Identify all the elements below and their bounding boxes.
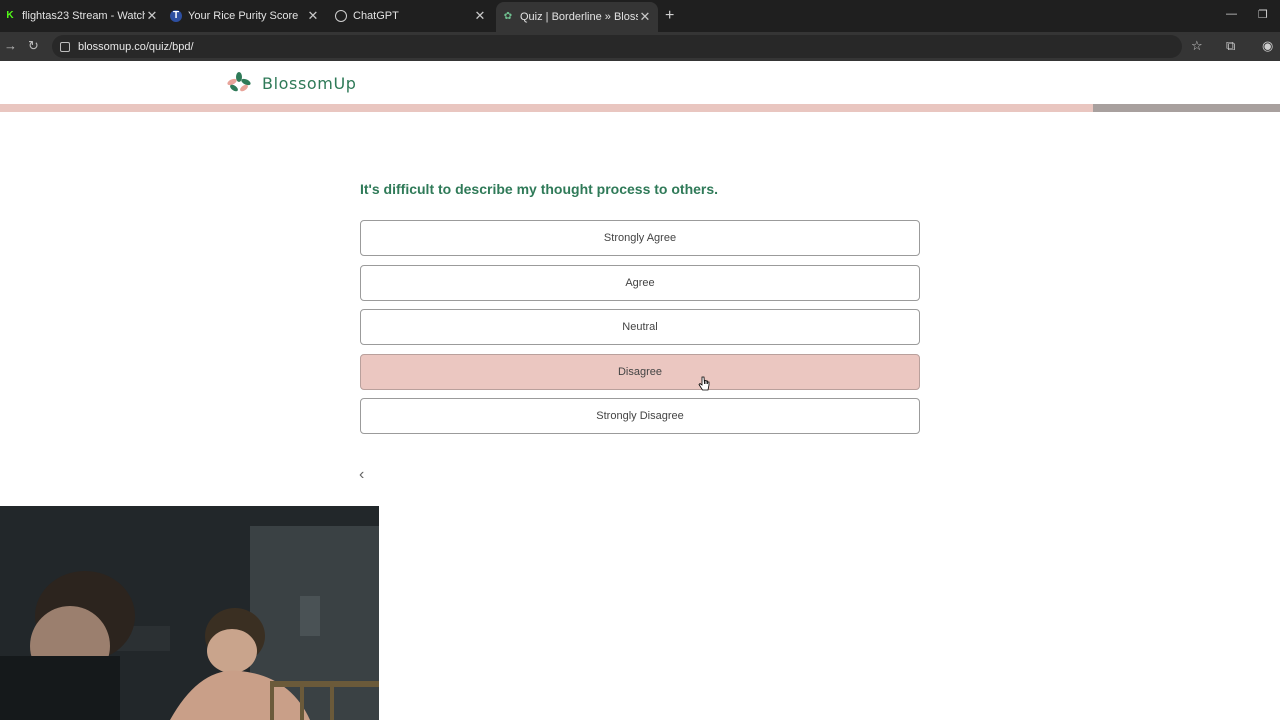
forward-icon[interactable]: → [4,38,17,54]
quiz-question: It's difficult to describe my thought pr… [360,181,719,197]
page-content: BlossomUp It's difficult to describe my … [0,61,1280,720]
tab-bar: K flightas23 Stream - Watch Live ✕ T You… [0,0,1280,32]
quiz-progress-bar [0,104,1280,112]
reload-icon[interactable]: ↻ [28,38,39,54]
close-tab-icon[interactable]: ✕ [638,9,652,25]
site-info-icon[interactable] [60,41,70,52]
close-tab-icon[interactable]: ✕ [306,8,320,24]
bookmark-star-icon[interactable]: ☆ [1191,38,1203,54]
tab-blossomup-quiz[interactable]: ✿ Quiz | Borderline » BlossomUp ✕ [496,2,658,32]
minimize-icon[interactable]: — [1226,8,1237,20]
kick-icon: K [6,10,14,21]
option-agree[interactable]: Agree [360,265,920,301]
option-disagree[interactable]: Disagree [360,354,920,390]
option-strongly-agree[interactable]: Strongly Agree [360,220,920,256]
address-bar[interactable]: blossomup.co/quiz/bpd/ [52,35,1182,58]
hand-cursor-icon [698,376,710,397]
blossom-logo-icon [226,72,252,94]
site-logo[interactable]: BlossomUp [226,72,357,94]
tab-chatgpt[interactable]: ChatGPT ✕ [335,4,487,28]
tab-rice-purity[interactable]: T Your Rice Purity Score ✕ [170,4,320,28]
browser-toolbar: → ↻ blossomup.co/quiz/bpd/ ☆ ⧉ ◉ [0,32,1280,61]
rice-purity-icon: T [170,10,182,22]
chevron-left-icon[interactable]: ‹ [359,467,364,483]
option-strongly-disagree[interactable]: Strongly Disagree [360,398,920,434]
new-tab-icon[interactable]: + [665,7,674,25]
restore-icon[interactable]: ❐ [1258,8,1268,21]
quiz-progress-fill [0,104,1094,112]
close-tab-icon[interactable]: ✕ [473,8,487,24]
webcam-overlay [0,506,379,720]
extensions-icon[interactable]: ⧉ [1226,38,1235,54]
chatgpt-icon [335,10,347,22]
profile-icon[interactable]: ◉ [1262,38,1273,54]
blossomup-icon: ✿ [503,11,513,22]
tab-kick-stream[interactable]: K flightas23 Stream - Watch Live ✕ [4,4,159,28]
option-neutral[interactable]: Neutral [360,309,920,345]
brand-name: BlossomUp [262,73,357,93]
close-tab-icon[interactable]: ✕ [145,8,159,24]
